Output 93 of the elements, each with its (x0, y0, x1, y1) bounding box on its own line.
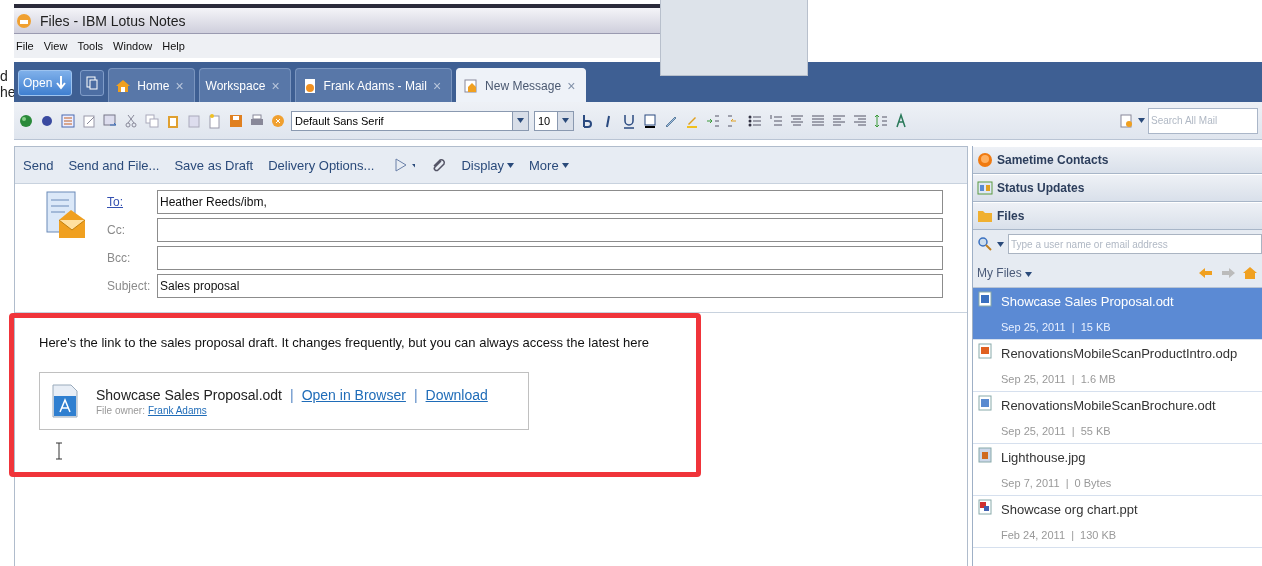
caret-icon (1138, 118, 1145, 123)
filter-dropdown[interactable]: My Files (977, 265, 1032, 280)
document-icon (52, 384, 78, 418)
status-board-icon (977, 180, 993, 196)
justify-icon[interactable] (810, 112, 826, 129)
pages-icon (84, 75, 101, 91)
new-document-icon[interactable] (207, 112, 223, 129)
menu-item[interactable]: Help (162, 40, 185, 52)
caret-icon (517, 118, 524, 123)
open-link[interactable]: Open in Browser (301, 386, 406, 403)
download-link[interactable]: Download (425, 386, 488, 403)
pencil-icon[interactable] (81, 112, 97, 129)
tab[interactable]: New Message × (456, 68, 587, 102)
file-item[interactable]: Lighthouse.jpg Sep 7, 2011 | 0 Bytes (973, 444, 1262, 496)
caret-icon (507, 162, 515, 168)
input-field[interactable]: Sales proposal (157, 274, 943, 298)
folder-icon (977, 208, 993, 224)
save-icon[interactable] (228, 112, 244, 129)
text-color-icon[interactable] (642, 112, 658, 129)
align-right-icon[interactable] (852, 112, 868, 129)
menu-item[interactable]: Tools (77, 40, 104, 52)
search-field[interactable]: Search All Mail (1148, 107, 1258, 134)
caret-icon (561, 162, 569, 168)
home-icon (115, 77, 132, 94)
underline-icon[interactable] (621, 112, 637, 129)
document-icon (977, 395, 993, 411)
file-item[interactable]: Showcase org chart.ppt Feb 24, 2011 | 130 KB (973, 496, 1262, 548)
file-name: Showcase Sales Proposal.odt (96, 386, 282, 403)
panel-header[interactable]: Status Updates (973, 174, 1262, 202)
window-arrow-icon[interactable] (102, 112, 118, 129)
size-select[interactable]: 10 (534, 110, 574, 131)
indent-icon[interactable] (705, 112, 721, 129)
numbered-list-icon[interactable] (768, 112, 784, 129)
action-button[interactable]: Send and File... (68, 157, 160, 173)
search-icon[interactable] (977, 236, 993, 252)
paste-special-icon[interactable] (186, 112, 202, 129)
caret-icon (562, 118, 569, 123)
caret-icon (997, 241, 1004, 247)
tab[interactable]: Home × (108, 68, 195, 102)
owner-link[interactable]: Frank Adams (147, 404, 207, 416)
search-field[interactable]: Type a user name or email address (1008, 234, 1262, 254)
app-logo-icon (16, 12, 32, 29)
input-field[interactable]: Heather Reeds/ibm, (157, 190, 943, 214)
field-link[interactable]: To: (107, 195, 157, 209)
file-item[interactable]: RenovationsMobileScanProductIntro.odp Sep 25, 2011 | 1.6 MB (973, 340, 1262, 392)
tab[interactable]: Frank Adams - Mail × (294, 68, 453, 102)
presentation-icon (977, 343, 993, 359)
align-center-icon[interactable] (789, 112, 805, 129)
menu-item[interactable]: View (43, 40, 68, 52)
tab[interactable]: Workspace × (198, 68, 291, 102)
document-icon (977, 291, 993, 307)
stop-icon[interactable] (270, 112, 286, 129)
copy-icon[interactable] (144, 112, 160, 129)
paperclip-icon[interactable] (430, 157, 447, 173)
menu-button[interactable]: More (529, 157, 569, 173)
envelope-document-icon (45, 190, 87, 240)
input-field[interactable] (157, 218, 943, 242)
message-text: Here's the link to the sales proposal draft. It changes frequently, but you can always access the latest here (39, 335, 650, 350)
image-file-icon (977, 447, 993, 463)
memo-icon (463, 77, 480, 94)
action-button[interactable]: Delivery Options... (268, 157, 375, 173)
input-field[interactable] (157, 246, 943, 270)
list-icon[interactable] (60, 112, 76, 129)
owner-label: File owner: (96, 404, 145, 416)
menu-item[interactable]: File (16, 40, 34, 52)
home-icon[interactable] (1242, 264, 1258, 281)
mail-search-icon[interactable] (1119, 112, 1135, 129)
line-spacing-icon[interactable] (873, 112, 889, 129)
separator: | (413, 386, 418, 403)
field-label: Subject: (107, 279, 152, 293)
font-select[interactable]: Default Sans Serif (291, 110, 529, 131)
caret-icon (1025, 271, 1032, 277)
chat-bubble-icon (977, 152, 993, 168)
panel-header[interactable]: Sametime Contacts (973, 146, 1262, 174)
text-fragment: he (0, 84, 14, 100)
file-item[interactable]: RenovationsMobileScanBrochure.odt Sep 25, 2011 | 55 KB (973, 392, 1262, 444)
separator: | (290, 386, 294, 403)
scissors-icon[interactable] (123, 112, 139, 129)
menu-button[interactable]: Display (461, 157, 515, 173)
field-label: Bcc: (107, 251, 132, 265)
field-label: Cc: (107, 223, 126, 237)
download-arrow-icon (55, 75, 68, 91)
text-fragment: d (0, 68, 9, 84)
panel-header[interactable]: Files (973, 202, 1262, 230)
menu-item[interactable]: Window (113, 40, 153, 52)
globe-icon[interactable] (18, 112, 34, 129)
pages-button[interactable] (80, 70, 105, 96)
slides-icon (977, 499, 993, 515)
action-button[interactable]: Send (23, 157, 54, 173)
align-left-icon[interactable] (831, 112, 847, 129)
text-cursor-icon (55, 442, 63, 460)
action-button[interactable]: Save as Draft (174, 157, 254, 173)
window-title: Files - IBM Lotus Notes (40, 12, 186, 29)
